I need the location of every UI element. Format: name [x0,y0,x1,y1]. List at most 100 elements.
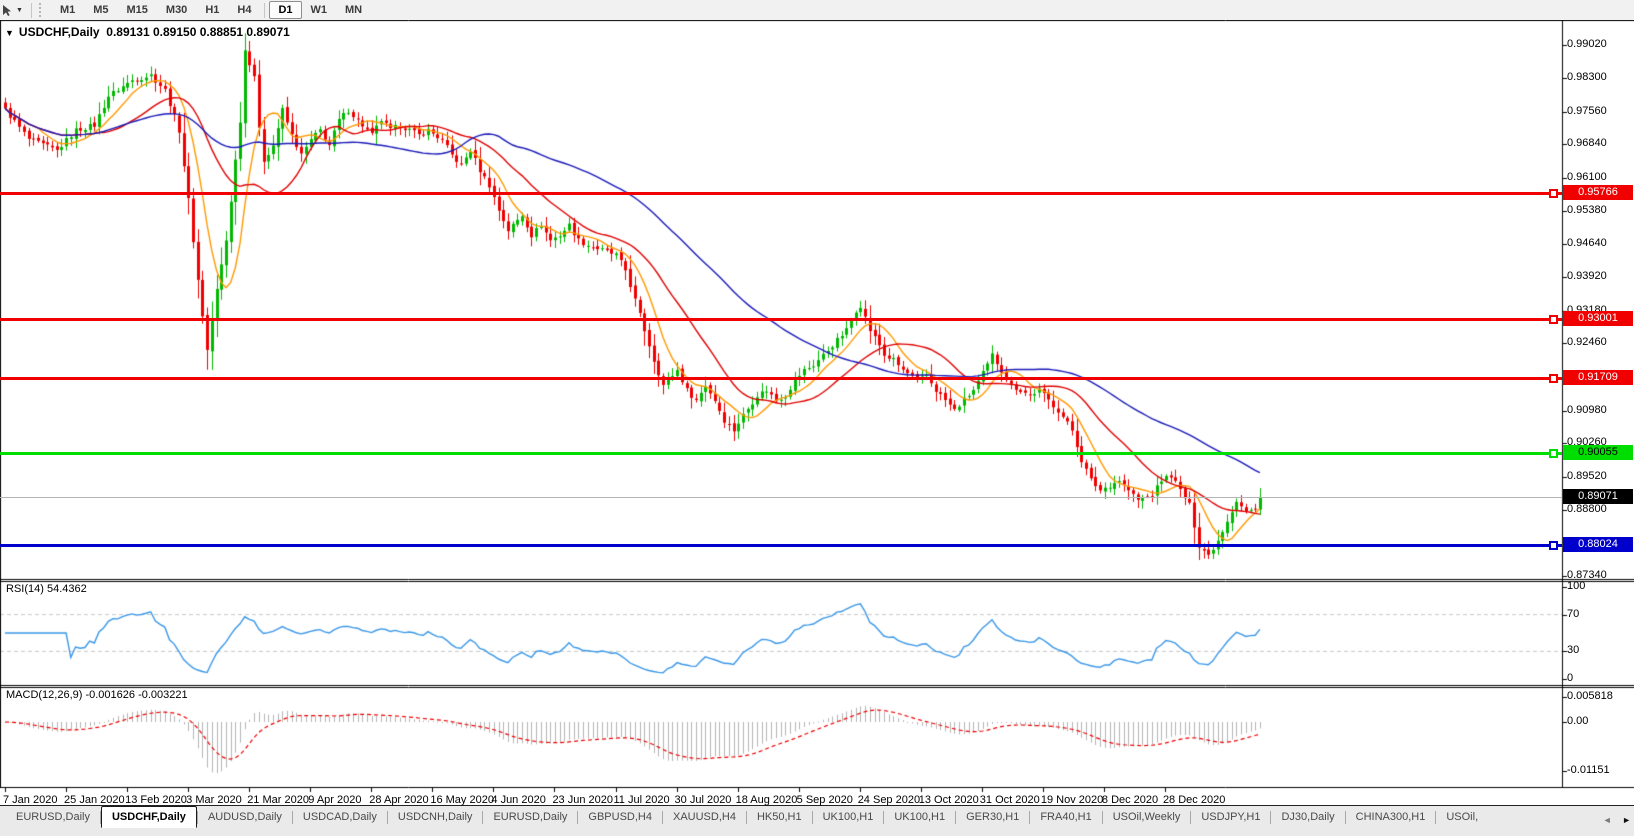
macd-axis-tick: -0.01151 [1567,764,1610,777]
price-level-tag: 0.90055 [1563,444,1633,460]
cursor-arrow-icon [2,4,13,17]
date-axis-label: 21 Mar 2020 [247,794,309,806]
current-price-tag: 0.89071 [1563,489,1633,505]
date-axis-label: 23 Jun 2020 [552,794,613,806]
tab-scroll-buttons: ◄ ► [1590,810,1631,828]
chart-tab-uk100-h1[interactable]: UK100,H1 [884,806,955,827]
chart-tab-usdcad-daily[interactable]: USDCAD,Daily [293,806,387,827]
price-axis-tick: 0.98300 [1567,70,1607,83]
price-axis-tick: 0.88800 [1567,502,1607,515]
date-axis-label: 28 Dec 2020 [1162,794,1226,806]
timeframe-button-d1[interactable]: D1 [269,1,302,19]
tab-scroll-right-icon[interactable]: ► [1622,815,1631,825]
chart-tab-audusd-daily[interactable]: AUDUSD,Daily [198,806,292,827]
timeframe-button-mn[interactable]: MN [336,1,371,19]
rsi-axis-tick: 30 [1567,644,1580,657]
chart-tab-china300-h1[interactable]: CHINA300,H1 [1346,806,1436,827]
chevron-down-icon: ▼ [16,6,23,14]
date-axis-label: 13 Oct 2020 [918,794,979,806]
price-axis-tick: 0.95380 [1567,203,1607,216]
collapse-chart-icon[interactable]: ▼ [5,28,14,38]
macd-indicator-label: MACD(12,26,9) -0.001626 -0.003221 [6,689,188,701]
hline-anchor-handle[interactable] [1549,314,1558,324]
price-horizontal-line-0.95766[interactable] [0,192,1562,196]
date-axis-label: 4 Jun 2020 [491,794,546,806]
chart-tab-hk50-h1[interactable]: HK50,H1 [747,806,812,827]
chart-window: ▼ USDCHF,Daily 0.89131 0.89150 0.88851 0.… [0,20,1634,806]
chart-tab-dj30-daily[interactable]: DJ30,Daily [1271,806,1344,827]
chart-ohlc-values: 0.89131 0.89150 0.88851 0.89071 [106,25,290,39]
price-axis-tick: 0.90980 [1567,403,1607,416]
rsi-indicator-label: RSI(14) 54.4362 [6,583,87,595]
price-axis-tick: 0.97560 [1567,104,1607,117]
toolbar-grip-handle[interactable] [38,3,44,17]
date-axis-label: 16 May 2020 [430,794,494,806]
date-axis-label: 28 Apr 2020 [369,794,429,806]
price-axis-tick: 0.96100 [1567,170,1607,183]
timeframe-button-m1[interactable]: M1 [51,1,84,19]
chart-tab-usdchf-daily[interactable]: USDCHF,Daily [100,806,197,828]
timeframe-button-h1[interactable]: H1 [196,1,228,19]
price-axis-tick: 0.89520 [1567,470,1607,482]
price-level-tag: 0.95766 [1563,185,1633,201]
price-axis-tick: 0.99020 [1567,38,1607,51]
cursor-tool-button[interactable]: ▼ [0,1,27,19]
timeframe-button-m30[interactable]: M30 [157,1,196,19]
timeframe-button-m5[interactable]: M5 [84,1,117,19]
chart-tab-eurusd-daily[interactable]: EURUSD,Daily [6,806,100,827]
toolbar-separator [264,2,266,18]
hline-anchor-handle[interactable] [1549,189,1558,199]
price-horizontal-line-0.93001[interactable] [0,317,1562,321]
date-axis-label: 31 Oct 2020 [979,794,1040,806]
date-axis-label: 9 Apr 2020 [308,794,362,806]
chart-tab-ger30-h1[interactable]: GER30,H1 [956,806,1029,827]
timeframe-button-m15[interactable]: M15 [118,1,157,19]
date-axis-label: 30 Jul 2020 [674,794,732,806]
chart-tab-gbpusd-h4[interactable]: GBPUSD,H4 [578,806,662,827]
timeframe-button-w1[interactable]: W1 [302,1,337,19]
chart-title: ▼ USDCHF,Daily 0.89131 0.89150 0.88851 0.… [5,25,290,39]
price-level-tag: 0.93001 [1563,310,1633,326]
price-chart-canvas[interactable] [0,20,1634,805]
price-level-tag: 0.88024 [1563,537,1633,552]
timeframe-button-h4[interactable]: H4 [228,1,260,19]
date-axis-label: 5 Sep 2020 [796,794,853,806]
mt4-terminal-window: ▼ M1 M5 M15 M30 H1 H4 D1 W1 MN ▼ USDCHF,Daily 0.8… [0,0,1634,836]
chart-tab-bar: EURUSD,Daily USDCHF,Daily AUDUSD,Daily USDC… [0,805,1634,836]
chart-tab-usdcnh-daily[interactable]: USDCNH,Daily [388,806,483,827]
chart-tab-eurusd-daily[interactable]: EURUSD,Daily [483,806,577,827]
rsi-axis-tick: 100 [1567,580,1586,592]
chart-tab-xauusd-h4[interactable]: XAUUSD,H4 [663,806,746,827]
macd-axis-tick: 0.005818 [1567,689,1613,702]
hline-anchor-handle[interactable] [1549,373,1558,383]
price-horizontal-line-0.91709[interactable] [0,376,1562,380]
hline-anchor-handle[interactable] [1549,448,1558,458]
timeframe-toolbar: ▼ M1 M5 M15 M30 H1 H4 D1 W1 MN [0,0,1634,20]
date-axis-label: 19 Nov 2020 [1040,794,1104,806]
chart-tab-uk100-h1[interactable]: UK100,H1 [813,806,884,827]
toolbar-separator [30,2,32,18]
current-price-line [0,497,1562,499]
date-axis-label: 3 Mar 2020 [186,794,242,806]
price-horizontal-line-0.90055[interactable] [0,451,1562,455]
chart-tab-usoil-weekly[interactable]: USOil,Weekly [1103,806,1191,827]
date-axis-label: 13 Feb 2020 [125,794,187,806]
price-axis-tick: 0.96840 [1567,137,1607,150]
date-axis-label: 8 Dec 2020 [1101,794,1159,806]
date-axis-label: 24 Sep 2020 [857,794,921,806]
date-axis-label: 18 Aug 2020 [735,794,798,806]
chart-tab-usoil-[interactable]: USOil, [1436,806,1488,827]
price-axis-tick: 0.92460 [1567,336,1607,349]
hline-anchor-handle[interactable] [1549,541,1558,550]
date-axis-label: 11 Jul 2020 [613,794,670,806]
price-horizontal-line-0.88024[interactable] [0,544,1562,547]
tab-scroll-left-icon[interactable]: ◄ [1603,815,1612,825]
chart-tab-usdjpy-h1[interactable]: USDJPY,H1 [1191,806,1270,827]
price-level-tag: 0.91709 [1563,369,1633,385]
chart-symbol-period: USDCHF,Daily [18,25,100,39]
rsi-axis-tick: 70 [1567,607,1580,620]
price-axis-tick: 0.93920 [1567,270,1607,282]
chart-tab-fra40-h1[interactable]: FRA40,H1 [1030,806,1101,827]
price-axis-tick: 0.94640 [1567,237,1607,250]
rsi-axis-tick: 0 [1567,672,1574,684]
